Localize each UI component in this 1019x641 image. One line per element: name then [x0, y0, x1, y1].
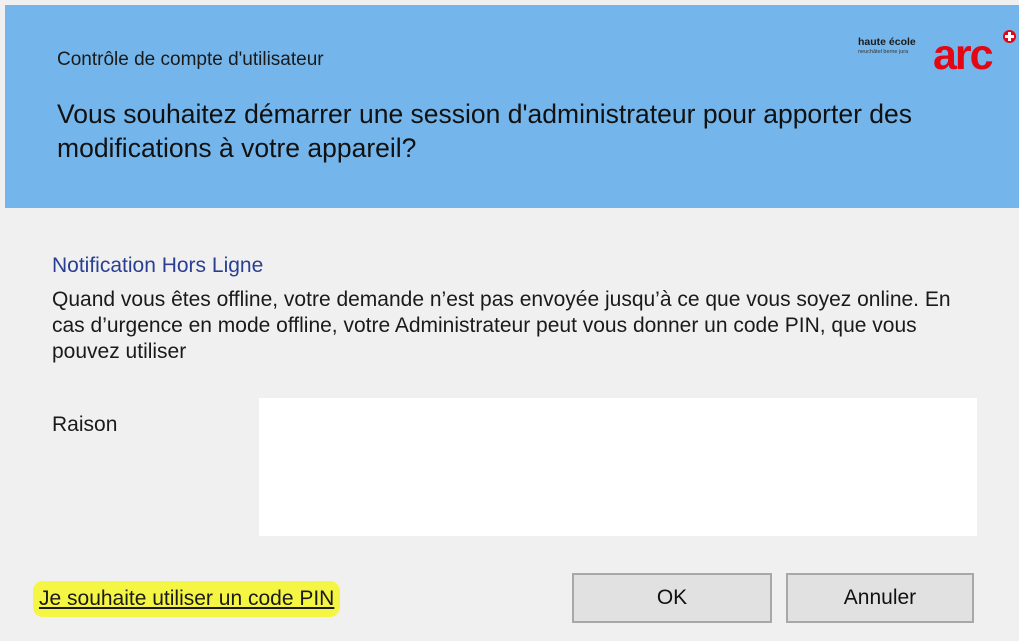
logo-plus-icon	[1003, 30, 1016, 43]
reason-label: Raison	[52, 413, 118, 436]
dialog-header: Contrôle de compte d'utilisateur Vous so…	[5, 5, 1019, 208]
logo-wordmark: arc	[933, 31, 994, 79]
cancel-button[interactable]: Annuler	[786, 573, 974, 623]
logo-line-1: haute école	[858, 36, 916, 48]
use-pin-code-link[interactable]: Je souhaite utiliser un code PIN	[33, 581, 341, 617]
reason-input[interactable]	[259, 398, 977, 536]
dialog-question: Vous souhaitez démarrer une session d'ad…	[57, 99, 913, 163]
haute-ecole-arc-logo: haute école neuchâtel berne jura arc	[858, 30, 1019, 84]
uac-dialog: Contrôle de compte d'utilisateur Vous so…	[0, 0, 1019, 641]
notification-text: Quand vous êtes offline, votre demande n…	[52, 288, 951, 363]
notification-title: Notification Hors Ligne	[52, 254, 264, 277]
ok-button[interactable]: OK	[572, 573, 772, 623]
logo-line-2: neuchâtel berne jura	[858, 49, 909, 55]
notification-text-area[interactable]: Quand vous êtes offline, votre demande n…	[52, 287, 952, 387]
window-title: Contrôle de compte d'utilisateur	[57, 49, 324, 70]
